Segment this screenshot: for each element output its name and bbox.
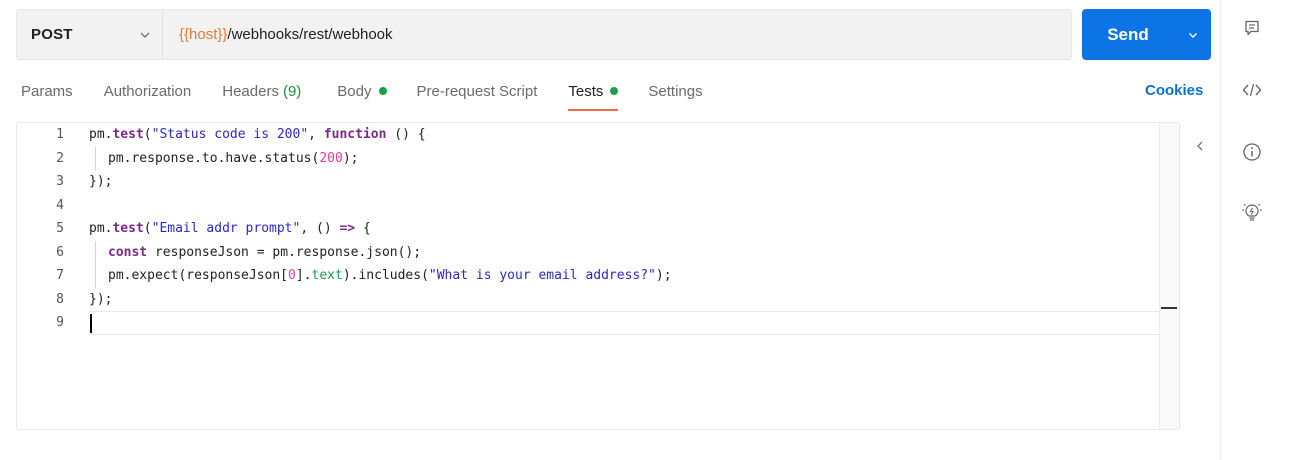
tab-params[interactable]: Params bbox=[21, 76, 73, 106]
cookies-link[interactable]: Cookies bbox=[1145, 82, 1203, 99]
line-number: 5 bbox=[56, 221, 64, 236]
test-script-editor[interactable]: 1 2 3 4 5 6 7 8 9 pm.test("Status code i… bbox=[16, 122, 1180, 430]
code-line: const responseJson = pm.response.json(); bbox=[89, 240, 1159, 265]
chevron-left-icon[interactable] bbox=[1194, 138, 1206, 154]
tab-settings[interactable]: Settings bbox=[648, 76, 702, 106]
request-url-bar: POST {{host}}/webhooks/rest/webhook bbox=[16, 9, 1072, 60]
code-area[interactable]: pm.test("Status code is 200", function (… bbox=[89, 123, 1159, 335]
line-number: 4 bbox=[56, 197, 64, 213]
code-line: pm.test("Status code is 200", function (… bbox=[89, 127, 426, 142]
tab-body[interactable]: Body bbox=[337, 76, 387, 106]
chevron-down-icon bbox=[140, 32, 150, 38]
code-line: }); bbox=[89, 291, 113, 307]
tab-pre-request-script[interactable]: Pre-request Script bbox=[417, 76, 538, 106]
tab-headers[interactable]: Headers (9) bbox=[222, 76, 301, 106]
method-select[interactable]: POST bbox=[17, 10, 163, 59]
tab-label: Tests bbox=[568, 82, 604, 100]
send-button[interactable]: Send bbox=[1082, 25, 1174, 45]
tab-label: Headers bbox=[222, 82, 279, 100]
tab-label: Params bbox=[21, 82, 73, 100]
comment-icon[interactable] bbox=[1240, 16, 1264, 40]
line-number: 7 bbox=[56, 268, 64, 283]
line-number: 8 bbox=[56, 291, 64, 307]
line-number: 9 bbox=[56, 315, 64, 330]
code-icon[interactable] bbox=[1240, 78, 1264, 102]
headers-count: (9) bbox=[282, 82, 302, 100]
tab-label: Authorization bbox=[103, 82, 192, 100]
tab-tests[interactable]: Tests bbox=[568, 76, 619, 111]
line-number: 2 bbox=[56, 150, 64, 166]
code-line: pm.expect(responseJson[0].text).includes… bbox=[89, 264, 1159, 288]
info-icon[interactable] bbox=[1240, 140, 1264, 164]
tab-label: Body bbox=[337, 82, 372, 100]
code-line: pm.test("Email addr prompt", () => { bbox=[89, 221, 371, 236]
line-number: 6 bbox=[56, 244, 64, 260]
line-number-gutter: 1 2 3 4 5 6 7 8 9 bbox=[17, 123, 77, 335]
method-label: POST bbox=[31, 26, 73, 43]
text-cursor bbox=[90, 314, 92, 333]
lightbulb-icon[interactable] bbox=[1240, 200, 1264, 224]
url-host-variable: {{host}} bbox=[179, 26, 228, 43]
send-button-group: Send bbox=[1082, 9, 1211, 60]
url-input[interactable]: {{host}}/webhooks/rest/webhook bbox=[163, 26, 393, 43]
tab-label: Settings bbox=[648, 82, 703, 100]
body-status-dot bbox=[378, 87, 387, 95]
tab-label: Pre-request Script bbox=[416, 82, 538, 100]
tests-status-dot bbox=[610, 87, 619, 95]
scrollbar-cursor-marker bbox=[1161, 307, 1177, 309]
send-options-button[interactable] bbox=[1174, 9, 1211, 60]
url-path: /webhooks/rest/webhook bbox=[227, 26, 393, 43]
request-tabs: Params Authorization Headers (9) Body Pre… bbox=[0, 76, 703, 112]
chevron-down-icon bbox=[1188, 32, 1197, 38]
tab-authorization[interactable]: Authorization bbox=[104, 76, 192, 106]
code-line: }); bbox=[89, 174, 113, 189]
code-line-current bbox=[89, 311, 1159, 335]
editor-scrollbar[interactable] bbox=[1159, 123, 1179, 429]
code-line: pm.response.to.have.status(200); bbox=[89, 146, 1159, 171]
right-sidebar bbox=[1220, 0, 1302, 460]
line-number: 1 bbox=[56, 127, 64, 142]
line-number: 3 bbox=[56, 174, 64, 189]
